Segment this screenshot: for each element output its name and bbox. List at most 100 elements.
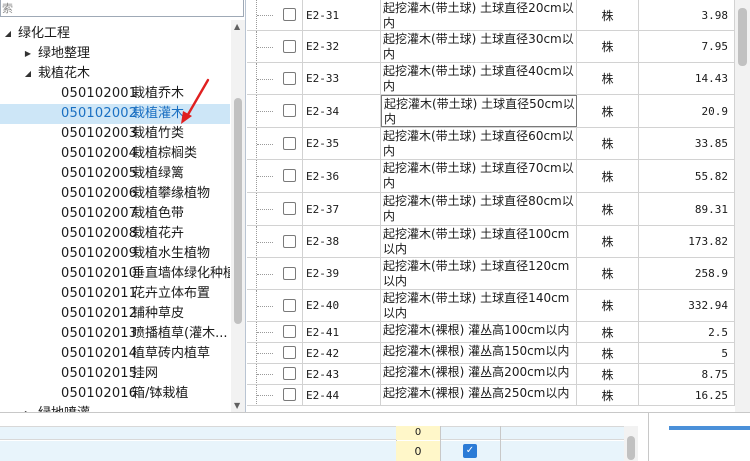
- checked-checkbox[interactable]: ✓: [463, 444, 477, 458]
- table-row[interactable]: E2-37 起挖灌木(带土球) 土球直径80cm以内株 89.31: [247, 193, 735, 226]
- bottom-value-cell[interactable]: 0: [396, 441, 440, 461]
- quota-name[interactable]: 起挖灌木(带土球) 土球直径40cm以内: [381, 63, 577, 94]
- quota-price: 332.94: [639, 290, 735, 321]
- table-row[interactable]: E2-44 起挖灌木(裸根) 灌丛高250cm以内株 16.25: [247, 385, 735, 406]
- row-checkbox[interactable]: [283, 298, 296, 312]
- row-checkbox-cell[interactable]: [275, 95, 303, 127]
- table-row[interactable]: E2-40 起挖灌木(带土球) 土球直径140cm以内株 332.94: [247, 290, 735, 322]
- tree-node[interactable]: ▶ 绿地喷灌: [0, 404, 230, 412]
- row-checkbox[interactable]: [283, 136, 296, 150]
- quota-name[interactable]: 起挖灌木(裸根) 灌丛高250cm以内: [381, 385, 577, 405]
- row-checkbox-cell[interactable]: [275, 0, 303, 30]
- table-row[interactable]: E2-38 起挖灌木(带土球) 土球直径100cm以内株 173.82: [247, 226, 735, 258]
- quota-unit: 株: [577, 128, 639, 159]
- scroll-up-icon[interactable]: ▲: [234, 22, 240, 31]
- tree-leaf[interactable]: 050102009 栽植水生植物: [0, 244, 230, 264]
- tree-leaf[interactable]: 050102011 花卉立体布置: [0, 284, 230, 304]
- quota-price: 5: [639, 343, 735, 363]
- row-checkbox[interactable]: [283, 202, 296, 215]
- table-row[interactable]: E2-34 起挖灌木(带土球) 土球直径50cm以内株 20.9: [247, 95, 735, 128]
- grid-scroll-thumb[interactable]: [738, 8, 747, 66]
- table-row[interactable]: E2-31 起挖灌木(带土球) 土球直径20cm以内株 3.98: [247, 0, 735, 31]
- row-checkbox-cell[interactable]: [275, 226, 303, 257]
- row-checkbox[interactable]: [283, 71, 296, 85]
- quota-name[interactable]: 起挖灌木(带土球) 土球直径70cm以内: [381, 160, 577, 192]
- tree-leaf[interactable]: 050102004 栽植棕榈类: [0, 144, 230, 164]
- tree-leaf[interactable]: 050102013 喷播植草(灌木...: [0, 324, 230, 344]
- quota-name[interactable]: 起挖灌木(带土球) 土球直径120cm以内: [381, 258, 577, 289]
- table-row[interactable]: E2-36 起挖灌木(带土球) 土球直径70cm以内株 55.82: [247, 160, 735, 193]
- quota-name[interactable]: 起挖灌木(带土球) 土球直径30cm以内: [381, 31, 577, 62]
- grid-scrollbar[interactable]: [735, 0, 750, 412]
- tree-leaf[interactable]: 050102006 栽植攀缘植物: [0, 184, 230, 204]
- tree-leaf[interactable]: 050102008 栽植花卉: [0, 224, 230, 244]
- table-row[interactable]: E2-41 起挖灌木(裸根) 灌丛高100cm以内株 2.5: [247, 322, 735, 343]
- tree-scrollbar[interactable]: ▲ ▼: [231, 20, 245, 412]
- scroll-down-icon[interactable]: ▼: [234, 401, 240, 410]
- table-row[interactable]: E2-39 起挖灌木(带土球) 土球直径120cm以内株 258.9: [247, 258, 735, 290]
- tree-node[interactable]: ◢ 绿化工程: [0, 24, 230, 44]
- row-checkbox-cell[interactable]: [275, 343, 303, 363]
- row-checkbox[interactable]: [283, 169, 296, 182]
- tree-connector: [247, 95, 275, 127]
- bottom-row[interactable]: [0, 441, 624, 461]
- table-row[interactable]: E2-42 起挖灌木(裸根) 灌丛高150cm以内株 5: [247, 343, 735, 364]
- quota-name[interactable]: 起挖灌木(带土球) 土球直径50cm以内: [381, 95, 577, 127]
- row-checkbox[interactable]: [283, 266, 296, 280]
- quota-unit: 株: [577, 364, 639, 384]
- row-checkbox-cell[interactable]: [275, 31, 303, 62]
- row-checkbox-cell[interactable]: [275, 364, 303, 384]
- table-row[interactable]: E2-35 起挖灌木(带土球) 土球直径60cm以内株 33.85: [247, 128, 735, 160]
- row-checkbox-cell[interactable]: [275, 322, 303, 342]
- tree-scroll-thumb[interactable]: [234, 98, 242, 324]
- row-checkbox[interactable]: [283, 104, 296, 117]
- table-row[interactable]: E2-33 起挖灌木(带土球) 土球直径40cm以内株 14.43: [247, 63, 735, 95]
- tree-search-input[interactable]: 索: [0, 0, 244, 17]
- row-checkbox-cell[interactable]: [275, 63, 303, 94]
- collapse-triangle-icon[interactable]: ◢: [2, 24, 14, 44]
- bottom-scrollbar[interactable]: [624, 426, 638, 461]
- tree-leaf[interactable]: 050102012 铺种草皮: [0, 304, 230, 324]
- row-checkbox-cell[interactable]: [275, 128, 303, 159]
- expand-triangle-icon[interactable]: ▶: [22, 44, 34, 64]
- row-checkbox[interactable]: [283, 367, 296, 380]
- quota-name[interactable]: 起挖灌木(带土球) 土球直径140cm以内: [381, 290, 577, 321]
- bottom-value-cell[interactable]: 0: [396, 426, 440, 440]
- row-checkbox-cell[interactable]: [275, 290, 303, 321]
- row-checkbox[interactable]: [283, 234, 296, 248]
- row-checkbox-cell[interactable]: [275, 258, 303, 289]
- row-checkbox[interactable]: [283, 8, 296, 21]
- row-checkbox-cell[interactable]: [275, 160, 303, 192]
- row-checkbox-cell[interactable]: [275, 193, 303, 225]
- tree-leaf-code: 050102001: [61, 86, 138, 101]
- row-checkbox-cell[interactable]: [275, 385, 303, 405]
- row-checkbox[interactable]: [283, 346, 296, 359]
- quota-name[interactable]: 起挖灌木(裸根) 灌丛高100cm以内: [381, 322, 577, 342]
- table-row[interactable]: E2-32 起挖灌木(带土球) 土球直径30cm以内株 7.95: [247, 31, 735, 63]
- row-checkbox[interactable]: [283, 388, 296, 401]
- expand-triangle-icon[interactable]: ▶: [22, 404, 34, 412]
- quota-price: 3.98: [639, 0, 735, 30]
- tree-leaf[interactable]: 050102005 栽植绿篱: [0, 164, 230, 184]
- bottom-row[interactable]: [0, 426, 624, 440]
- row-checkbox[interactable]: [283, 325, 296, 338]
- tree-leaf-name: 花卉立体布置: [132, 286, 211, 301]
- tree-leaf[interactable]: 050102015 挂网: [0, 364, 230, 384]
- tree-leaf[interactable]: 050102003 栽植竹类: [0, 124, 230, 144]
- quota-code: E2-44: [303, 385, 381, 405]
- quota-name[interactable]: 起挖灌木(裸根) 灌丛高200cm以内: [381, 364, 577, 384]
- row-checkbox[interactable]: [283, 39, 296, 53]
- tree-leaf[interactable]: 050102016 箱/钵栽植: [0, 384, 230, 404]
- table-row[interactable]: E2-43 起挖灌木(裸根) 灌丛高200cm以内株 8.75: [247, 364, 735, 385]
- tree-leaf[interactable]: 050102007 栽植色带: [0, 204, 230, 224]
- tree-node[interactable]: ▶ 绿地整理: [0, 44, 230, 64]
- quota-name[interactable]: 起挖灌木(裸根) 灌丛高150cm以内: [381, 343, 577, 363]
- quota-name[interactable]: 起挖灌木(带土球) 土球直径60cm以内: [381, 128, 577, 159]
- quota-name[interactable]: 起挖灌木(带土球) 土球直径80cm以内: [381, 193, 577, 225]
- quota-name[interactable]: 起挖灌木(带土球) 土球直径20cm以内: [381, 0, 577, 30]
- quota-name[interactable]: 起挖灌木(带土球) 土球直径100cm以内: [381, 226, 577, 257]
- collapse-triangle-icon[interactable]: ◢: [22, 64, 34, 84]
- tree-leaf[interactable]: 050102010 垂直墙体绿化种植: [0, 264, 230, 284]
- tree-leaf[interactable]: 050102014 植草砖内植草: [0, 344, 230, 364]
- bottom-scroll-thumb[interactable]: [627, 436, 635, 460]
